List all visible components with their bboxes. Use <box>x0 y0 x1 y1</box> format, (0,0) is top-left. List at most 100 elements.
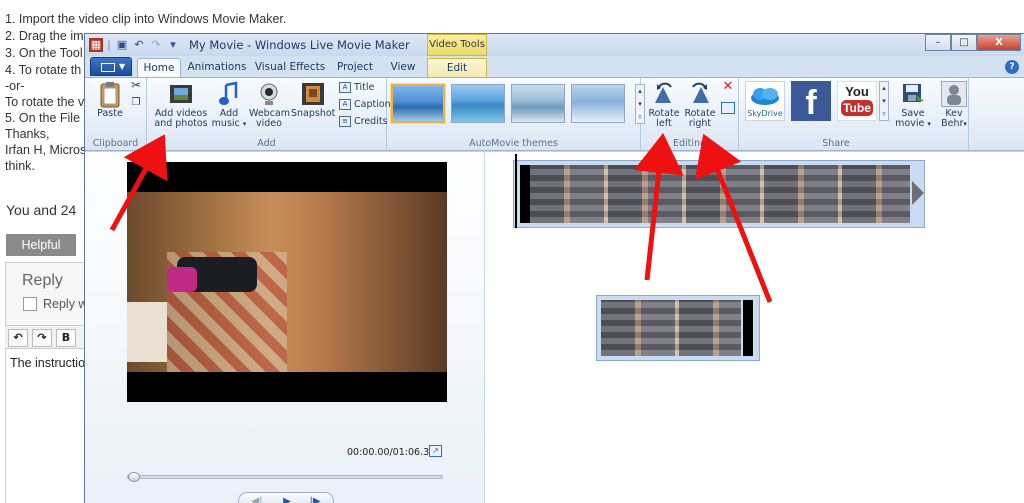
copy-icon[interactable]: ❐ <box>129 98 143 108</box>
playback-controls: ◀| ▶ |▶ <box>238 492 334 503</box>
facebook-button[interactable]: f <box>789 81 833 123</box>
save-icon[interactable]: ▣ <box>115 38 129 52</box>
reply-text: The instructio <box>10 356 86 370</box>
tab-animations[interactable]: Animations <box>185 58 249 77</box>
youtube-icon: You Tube <box>837 81 877 121</box>
minimize-button[interactable]: – <box>925 34 951 51</box>
undo-button[interactable]: ↶ <box>8 329 28 347</box>
signature-thanks: Thanks, <box>5 127 50 141</box>
instruction-line: To rotate the v <box>5 95 85 109</box>
clip-end-marker <box>912 181 924 205</box>
save-movie-label-line2: movie ▾ <box>893 119 933 129</box>
title-button[interactable]: A Title <box>339 82 374 93</box>
caption-button[interactable]: A Caption <box>339 99 391 110</box>
theme-thumbnail[interactable] <box>391 84 445 123</box>
theme-thumbnail[interactable] <box>511 84 565 123</box>
scissors-icon[interactable]: ✂ <box>129 79 143 91</box>
add-group: Add videos and photos Add music ▾ Webcam… <box>147 78 394 150</box>
close-button[interactable]: X <box>977 34 1021 51</box>
clip-thumbnails <box>601 300 741 356</box>
editing-group-label: Editing <box>672 138 707 149</box>
chevron-down-icon: ▾ <box>242 120 247 128</box>
bold-button[interactable]: B <box>56 329 76 347</box>
skydrive-button[interactable]: SkyDrive <box>743 81 787 123</box>
share-scroll[interactable]: ▴ ▾ ▿ <box>879 81 889 121</box>
seek-bar[interactable] <box>127 472 443 482</box>
redo-button[interactable]: ↷ <box>32 329 52 347</box>
undo-icon[interactable]: ↶ <box>132 38 146 52</box>
save-movie-label-text: movie <box>895 118 925 129</box>
chevron-down-icon: ▾ <box>963 120 967 128</box>
tab-project[interactable]: Project <box>331 58 379 77</box>
tab-home[interactable]: Home <box>137 58 181 77</box>
redo-icon[interactable]: ↷ <box>149 38 163 52</box>
youtube-button[interactable]: You Tube <box>835 81 879 123</box>
maximize-button[interactable]: □ <box>951 34 977 51</box>
reply-checkbox[interactable] <box>23 297 37 311</box>
add-music-button[interactable]: Add music ▾ <box>211 81 247 129</box>
previous-frame-icon[interactable]: ◀| <box>245 494 269 503</box>
save-movie-button[interactable]: Save movie ▾ <box>893 81 933 129</box>
instruction-line: 3. On the Tool <box>5 46 83 60</box>
app-film-icon[interactable]: ▦ <box>89 38 103 52</box>
snapshot-button[interactable]: Snapshot <box>291 81 335 119</box>
movie-maker-window: ▦ | ▣ ↶ ↷ ▾ My Movie - Windows Live Movi… <box>84 33 1024 503</box>
user-label-line2: Behr▾ <box>939 119 969 129</box>
instruction-line: 2. Drag the im <box>5 29 84 43</box>
theme-thumbnail[interactable] <box>571 84 625 123</box>
playhead[interactable] <box>515 154 517 228</box>
tab-view[interactable]: View <box>383 58 423 77</box>
reply-title: Reply <box>22 272 63 289</box>
film-sprocket <box>743 300 753 356</box>
save-movie-icon <box>900 81 926 107</box>
clipboard-group: Paste ✂ ❐ Clipboard <box>85 78 147 150</box>
automovie-themes-group: ▴ ▾ ▿ AutoMovie themes <box>387 78 645 150</box>
select-all-icon[interactable] <box>721 102 735 114</box>
title-icon: A <box>339 82 351 93</box>
snapshot-icon <box>300 81 326 107</box>
video-preview[interactable] <box>127 162 447 402</box>
help-icon[interactable]: ? <box>1005 60 1019 74</box>
play-icon[interactable]: ▶ <box>275 494 299 503</box>
add-music-label-text: music <box>211 118 240 129</box>
rotate-left-button[interactable]: Rotate left <box>647 81 681 129</box>
helpful-button[interactable]: Helpful <box>6 234 76 256</box>
seek-handle[interactable] <box>128 472 140 482</box>
instruction-line: 1. Import the video clip into Windows Mo… <box>5 12 287 26</box>
storyboard <box>486 152 1024 503</box>
reply-checkbox-label: Reply w <box>43 297 88 311</box>
paste-button[interactable]: Paste <box>93 81 127 119</box>
file-menu-button[interactable]: ▼ <box>90 57 132 76</box>
customize-dropdown-icon[interactable]: ▾ <box>166 38 180 52</box>
reply-textarea[interactable] <box>5 349 95 503</box>
file-menu-icon <box>101 63 115 72</box>
instruction-line: -or- <box>5 79 25 93</box>
instruction-line: 4. To rotate th <box>5 63 82 77</box>
video-tools-context-header: Video Tools <box>427 34 487 56</box>
webcam-icon <box>256 81 282 107</box>
add-videos-photos-button[interactable]: Add videos and photos <box>151 81 211 129</box>
rotate-right-button[interactable]: Rotate right <box>683 81 717 129</box>
remove-icon[interactable]: ✕ <box>721 80 735 93</box>
webcam-video-button[interactable]: Webcam video <box>249 81 290 129</box>
add-videos-label-line2: and photos <box>154 118 208 129</box>
add-music-label-line2: music ▾ <box>211 119 247 129</box>
tab-visual-effects[interactable]: Visual Effects <box>253 58 327 77</box>
video-clip[interactable] <box>513 160 925 228</box>
credits-icon: ≡ <box>339 116 351 127</box>
fullscreen-icon[interactable]: ↗ <box>429 445 442 457</box>
account-button[interactable]: Kev Behr▾ <box>939 81 969 129</box>
user-avatar-icon <box>941 81 967 107</box>
rotate-right-icon <box>687 81 713 107</box>
film-photo-icon <box>168 81 194 107</box>
next-frame-icon[interactable]: |▶ <box>303 494 327 503</box>
theme-thumbnail[interactable] <box>451 84 505 123</box>
tab-edit[interactable]: Edit <box>427 58 487 77</box>
credits-button[interactable]: ≡Credits▾ <box>339 116 394 127</box>
chevron-down-icon: ▾ <box>927 120 931 128</box>
dragged-clip[interactable] <box>596 295 760 361</box>
video-person <box>167 267 197 292</box>
rotate-left-icon <box>651 81 677 107</box>
user-label-text: Behr <box>941 118 964 129</box>
music-note-icon <box>216 81 242 107</box>
